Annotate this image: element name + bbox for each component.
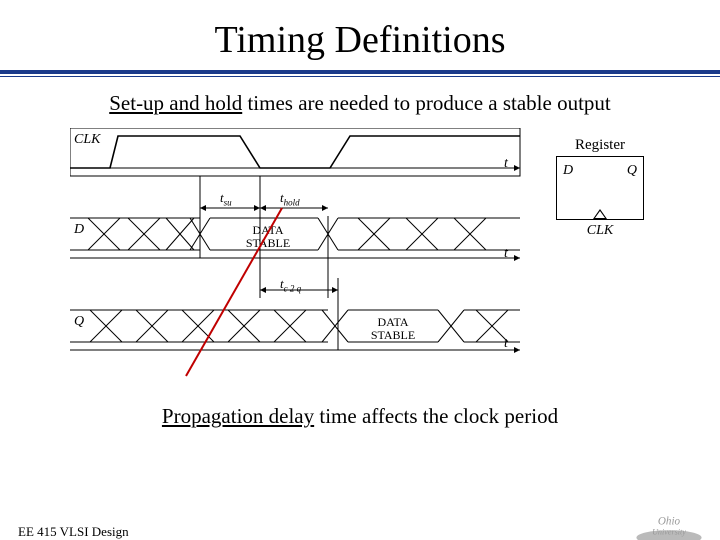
waveform-svg xyxy=(70,128,650,388)
svg-text:University: University xyxy=(652,528,686,537)
subtitle: Set-up and hold times are needed to prod… xyxy=(0,91,720,116)
bottom-note-rest: time affects the clock period xyxy=(314,404,558,428)
footer-course: EE 415 VLSI Design xyxy=(18,524,129,540)
subtitle-rest: times are needed to produce a stable out… xyxy=(242,91,611,115)
slide-title: Timing Definitions xyxy=(0,18,720,62)
svg-text:Ohio: Ohio xyxy=(658,515,681,527)
subtitle-underlined: Set-up and hold xyxy=(109,91,242,115)
bottom-note-underlined: Propagation delay xyxy=(162,404,314,428)
title-divider xyxy=(0,70,720,77)
timing-diagram: CLK D Q t t t tsu thold DATA STABLE tc 2… xyxy=(70,128,650,388)
bottom-note: Propagation delay time affects the clock… xyxy=(0,404,720,429)
university-logo-icon: Ohio University xyxy=(632,508,706,540)
